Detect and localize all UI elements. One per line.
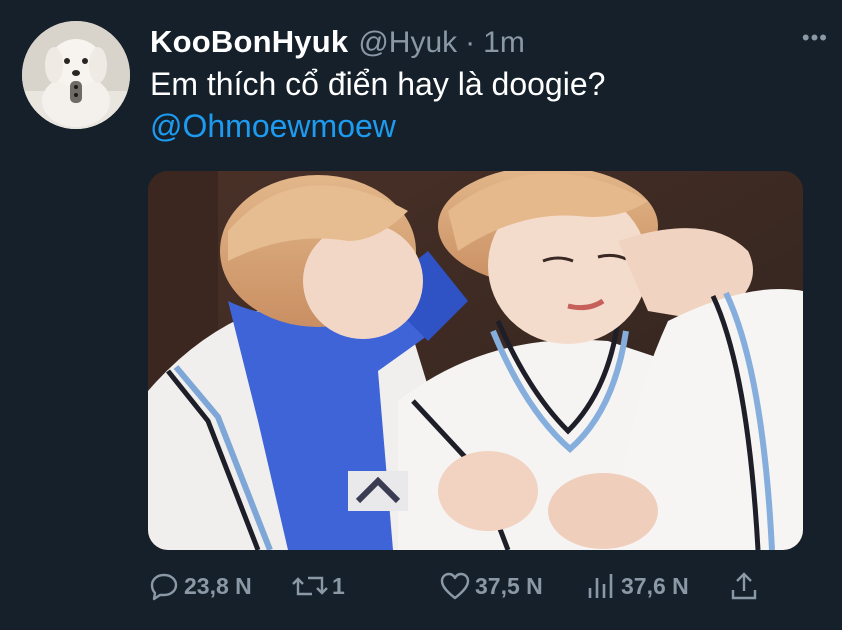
like-button[interactable]: 37,5 N [439, 566, 543, 606]
mention-link[interactable]: @Ohmoewmoew [150, 106, 396, 146]
views-button[interactable]: 37,6 N [585, 566, 689, 606]
display-name[interactable]: KooBonHyuk [150, 24, 348, 60]
like-count: 37,5 N [475, 572, 543, 599]
tweet-text: Em thích cổ điển hay là doogie? [150, 66, 606, 102]
share-upload-icon [731, 572, 757, 600]
views-count: 37,6 N [621, 572, 689, 599]
user-handle[interactable]: @Hyuk [358, 26, 457, 60]
more-dots-icon[interactable]: ••• [802, 27, 828, 49]
reply-button[interactable]: 23,8 N [148, 566, 252, 606]
reply-count: 23,8 N [184, 572, 252, 599]
tweet-photo[interactable] [148, 171, 803, 550]
bar-chart-icon [588, 574, 613, 598]
share-button[interactable] [728, 566, 760, 606]
retweet-arrows-icon [292, 576, 328, 596]
retweet-button[interactable]: 1 [292, 566, 345, 606]
tweet-actions: 23,8 N 1 37,5 N 37,6 N [148, 566, 828, 606]
tweet-header: KooBonHyuk @Hyuk · 1m [150, 24, 525, 60]
tweet-card[interactable]: KooBonHyuk @Hyuk · 1m ••• Em thích cổ đi… [0, 0, 842, 630]
timestamp[interactable]: 1m [483, 26, 525, 60]
avatar[interactable] [22, 21, 130, 129]
speech-bubble-icon [150, 573, 178, 601]
separator-dot: · [465, 26, 476, 59]
heart-icon [440, 572, 470, 600]
retweet-count: 1 [332, 572, 345, 599]
